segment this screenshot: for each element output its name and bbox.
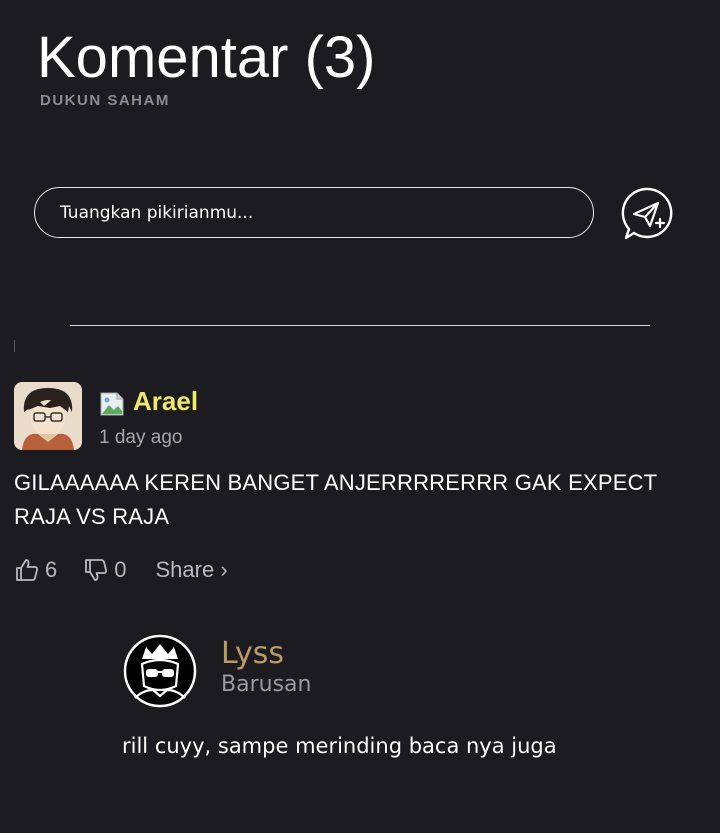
user-avatar-icon [123, 634, 197, 708]
send-button[interactable] [620, 186, 674, 242]
broken-image-icon [100, 392, 124, 416]
avatar[interactable] [14, 382, 82, 450]
divider [70, 325, 650, 326]
like-count: 6 [45, 557, 58, 582]
divider-mark [14, 340, 15, 352]
thumbs-up-icon [16, 559, 38, 581]
comment-username[interactable]: Arael [133, 386, 198, 417]
reply-avatar[interactable] [123, 634, 197, 708]
comment-timestamp: 1 day ago [99, 427, 183, 448]
dislike-button[interactable]: 0 [83, 557, 127, 583]
user-avatar-icon [14, 382, 82, 450]
comment-text: GILAAAAAA KEREN BANGET ANJERRRRERRR GAK … [14, 470, 657, 529]
comment-actions: 6 0 Share › [14, 555, 228, 585]
comment-input[interactable] [34, 187, 594, 238]
page-subtitle: DUKUN SAHAM [40, 92, 170, 109]
share-button[interactable]: Share › [156, 557, 228, 583]
page-title: Komentar (3) [37, 25, 376, 90]
dislike-count: 0 [114, 557, 127, 582]
reply-text: rill cuyy, sampe merinding baca nya juga [122, 734, 557, 758]
reply-timestamp: Barusan [221, 672, 312, 697]
like-button[interactable]: 6 [14, 557, 57, 583]
reply-username[interactable]: Lyss [221, 636, 284, 671]
send-message-icon [621, 187, 673, 240]
thumbs-down-icon [85, 559, 108, 581]
